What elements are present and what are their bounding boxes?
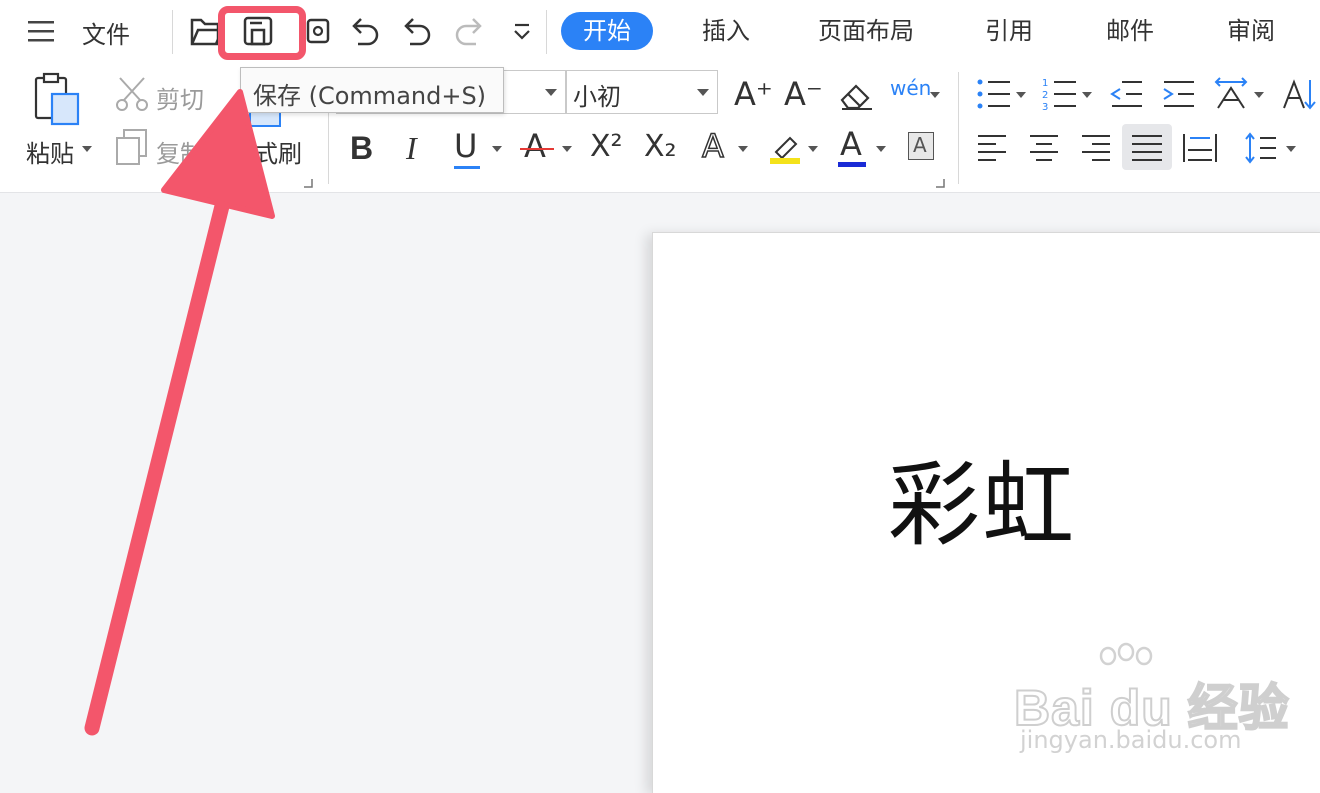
svg-text:1: 1: [1042, 78, 1048, 89]
clear-format-icon[interactable]: [838, 78, 876, 112]
underline-color-bar: [454, 166, 480, 169]
tab-page-layout[interactable]: 页面布局: [818, 12, 914, 50]
format-painter-button[interactable]: 格式刷: [230, 134, 302, 169]
justify-icon: [1132, 135, 1162, 161]
strikethrough-button[interactable]: A: [524, 130, 546, 162]
print-icon[interactable]: [302, 14, 332, 48]
font-size-combo[interactable]: 小初: [566, 70, 718, 114]
document-text[interactable]: 彩虹: [888, 431, 1076, 564]
text-effect-dropdown-icon[interactable]: [738, 146, 748, 152]
copy-button[interactable]: 复制: [156, 134, 204, 169]
scissors-icon[interactable]: [114, 76, 150, 112]
group-launcher-icon[interactable]: [303, 178, 313, 188]
tooltip-text: 保存 (Command+S): [253, 82, 487, 110]
tab-home[interactable]: 开始: [561, 12, 653, 50]
paste-button[interactable]: 粘贴: [26, 134, 74, 169]
subscript-button[interactable]: X₂: [644, 132, 677, 162]
divider: [958, 72, 959, 184]
underline-dropdown-icon[interactable]: [492, 146, 502, 152]
paste-icon[interactable]: [30, 72, 84, 128]
align-right-icon[interactable]: [1080, 132, 1112, 164]
divider: [546, 10, 547, 54]
svg-text:3: 3: [1042, 102, 1048, 112]
font-name-dropdown-icon[interactable]: [545, 89, 557, 96]
bullet-list-icon[interactable]: [976, 76, 1016, 112]
cut-button[interactable]: 剪切: [156, 80, 204, 115]
save-highlight-box: [218, 6, 306, 60]
chinese-layout-dropdown-icon[interactable]: [1254, 92, 1264, 98]
tab-insert[interactable]: 插入: [702, 12, 750, 50]
line-spacing-dropdown-icon[interactable]: [1286, 146, 1296, 152]
redo-icon[interactable]: [452, 14, 488, 48]
ribbon: 粘贴 剪切 复制 格式刷 小初 A⁺ A⁻ wén B I U A X² X₂ …: [0, 64, 1320, 193]
text-effect-button[interactable]: A: [701, 129, 724, 163]
tab-references[interactable]: 引用: [985, 12, 1033, 50]
justify-button[interactable]: [1122, 124, 1172, 170]
bold-button[interactable]: B: [350, 132, 373, 164]
undo-alt-icon[interactable]: [398, 14, 434, 48]
svg-text:2: 2: [1042, 90, 1048, 101]
align-center-icon[interactable]: [1028, 132, 1060, 164]
numbered-list-icon[interactable]: 123: [1042, 76, 1082, 112]
char-border-glyph: A: [913, 133, 927, 157]
divider: [172, 10, 173, 54]
align-left-icon[interactable]: [976, 132, 1008, 164]
highlight-dropdown-icon[interactable]: [808, 146, 818, 152]
line-spacing-icon[interactable]: [1244, 130, 1280, 166]
chinese-layout-icon[interactable]: [1212, 76, 1252, 112]
phonetic-guide-label: wén: [890, 76, 932, 100]
file-menu[interactable]: 文件: [82, 15, 130, 50]
char-border-button[interactable]: A: [908, 132, 934, 160]
font-size-dropdown-icon[interactable]: [697, 89, 709, 96]
save-tooltip: 保存 (Command+S): [240, 67, 504, 113]
font-group-launcher-icon[interactable]: [935, 178, 945, 188]
tab-review[interactable]: 审阅: [1227, 12, 1275, 50]
menu-icon[interactable]: [26, 18, 58, 44]
undo-icon[interactable]: [346, 14, 382, 48]
more-dropdown-icon[interactable]: [508, 20, 536, 44]
font-color-dropdown-icon[interactable]: [876, 146, 886, 152]
paste-dropdown-icon[interactable]: [82, 146, 92, 152]
bullet-dropdown-icon[interactable]: [1016, 92, 1026, 98]
decrease-indent-icon[interactable]: [1108, 76, 1146, 112]
strikethrough-dropdown-icon[interactable]: [562, 146, 572, 152]
italic-button[interactable]: I: [406, 132, 417, 164]
numbered-dropdown-icon[interactable]: [1082, 92, 1092, 98]
distributed-align-icon[interactable]: [1182, 132, 1218, 164]
highlight-icon[interactable]: [768, 130, 804, 166]
shrink-font-button[interactable]: A⁻: [784, 78, 823, 110]
watermark-url: jingyan.baidu.com: [1020, 726, 1242, 754]
sort-icon[interactable]: [1280, 76, 1320, 112]
top-toolbar: 文件 开始 插入 页面布局 引用 邮件 审阅: [0, 0, 1320, 64]
phonetic-guide-button[interactable]: wén: [890, 76, 931, 100]
phonetic-dropdown-icon[interactable]: [930, 92, 940, 98]
font-color-button[interactable]: A: [840, 128, 862, 160]
font-size-value: 小初: [573, 83, 621, 111]
increase-indent-icon[interactable]: [1160, 76, 1198, 112]
superscript-button[interactable]: X²: [590, 132, 623, 162]
strike-line: [520, 148, 554, 150]
copy-icon[interactable]: [114, 128, 150, 166]
font-color-bar: [838, 162, 866, 167]
grow-font-button[interactable]: A⁺: [734, 78, 773, 110]
underline-button[interactable]: U: [454, 130, 477, 162]
tab-mailings[interactable]: 邮件: [1106, 12, 1154, 50]
